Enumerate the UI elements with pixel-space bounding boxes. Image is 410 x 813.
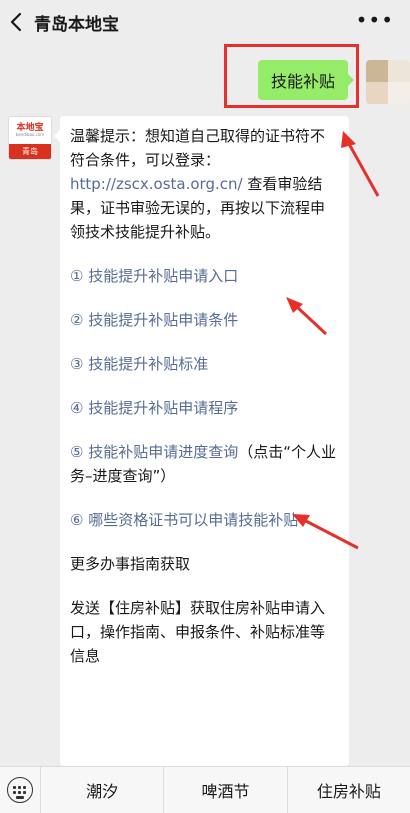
progress-query-link[interactable]: ⑤ 技能补贴申请进度查询 (70, 443, 238, 461)
menu-item-progress: ⑤ 技能补贴申请进度查询（点击“个人业务–进度查询”） (70, 440, 339, 488)
annotation-highlight-box (224, 44, 359, 108)
keyboard-icon (7, 777, 33, 803)
menu-button-tide[interactable]: 潮汐 (41, 767, 163, 813)
menu-item-procedure[interactable]: ④ 技能提升补贴申请程序 (70, 396, 339, 420)
chat-title: 青岛本地宝 (34, 15, 119, 35)
intro-text: 温馨提示：想知道自己取得的证书符不符合条件，可以登录：http://zscx.o… (70, 127, 326, 241)
menu-item-certificates[interactable]: ⑥ 哪些资格证书可以申请技能补贴 (70, 508, 339, 532)
user-avatar[interactable] (366, 60, 410, 104)
menu-button-beer-festival[interactable]: 啤酒节 (164, 767, 286, 813)
incoming-message: 温馨提示：想知道自己取得的证书符不符合条件，可以登录：http://zscx.o… (60, 116, 349, 766)
more-guides-text: 更多办事指南获取 (70, 555, 191, 573)
account-avatar[interactable]: 本地宝 bendibao.com 青岛 (8, 116, 52, 160)
logo-subtext: bendibao.com (15, 132, 45, 137)
more-icon[interactable]: ••• (356, 10, 394, 30)
bottom-menu-bar: 潮汐 啤酒节 住房补贴 (0, 766, 410, 813)
logo-city: 青岛 (9, 144, 51, 159)
menu-item-conditions[interactable]: ② 技能提升补贴申请条件 (70, 308, 339, 332)
keyboard-toggle-button[interactable] (0, 767, 40, 813)
menu-item-apply-entry[interactable]: ① 技能提升补贴申请入口 (70, 264, 339, 288)
menu-item-standard[interactable]: ③ 技能提升补贴标准 (70, 352, 339, 376)
housing-subsidy-hint: 发送【住房补贴】获取住房补贴申请入口，操作指南、申报条件、补贴标准等信息 (70, 599, 326, 665)
menu-button-housing-subsidy[interactable]: 住房补贴 (288, 767, 410, 813)
osta-link[interactable]: http://zscx.osta.org.cn/ (70, 175, 243, 193)
chat-header: 青岛本地宝 ••• (0, 0, 410, 44)
back-icon[interactable] (8, 10, 26, 34)
